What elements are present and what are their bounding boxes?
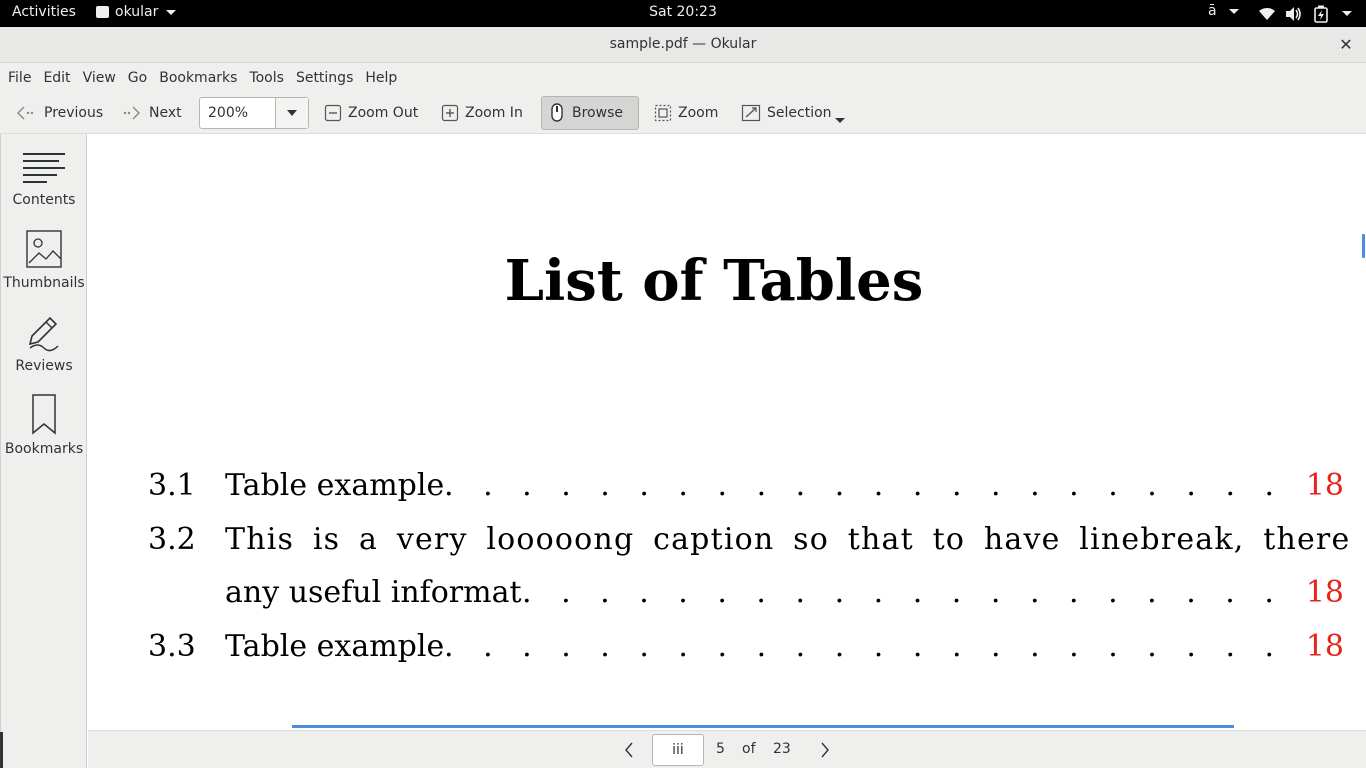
contents-icon xyxy=(1,140,87,190)
bookmarks-icon xyxy=(1,389,87,439)
input-method-indicator[interactable]: ā xyxy=(1208,3,1239,19)
current-page-number[interactable]: 5 xyxy=(716,741,725,757)
table-caption-link[interactable]: Table example xyxy=(225,629,444,664)
page-title: List of Tables xyxy=(504,248,924,314)
zoom-combobox[interactable]: 200% xyxy=(199,97,309,129)
menu-tools[interactable]: Tools xyxy=(249,70,290,86)
table-number: 3.3 xyxy=(148,629,196,664)
sidebar-item-thumbnails[interactable]: Thumbnails xyxy=(1,223,87,303)
browse-label: Browse xyxy=(572,105,623,121)
zoom-in-label: Zoom In xyxy=(465,105,523,121)
main-toolbar: Previous Next 200% Zoom Out Zoom In Brow… xyxy=(0,92,1366,134)
app-icon xyxy=(96,6,109,18)
sidebar: Contents Thumbnails Reviews Bookmarks xyxy=(0,134,87,768)
table-number: 3.2 xyxy=(148,522,196,557)
table-number: 3.1 xyxy=(148,468,196,503)
page-number-link[interactable]: 18 xyxy=(1306,575,1344,610)
next-icon xyxy=(119,104,143,122)
menu-edit[interactable]: Edit xyxy=(43,70,76,86)
leader-dots: . . . . . . . . . . . . . . . . . . . . … xyxy=(522,575,1274,610)
zoom-out-label: Zoom Out xyxy=(348,105,419,121)
leader-dots: . . . . . . . . . . . . . . . . . . . . … xyxy=(444,468,1274,503)
page-label-input[interactable]: iii xyxy=(652,734,704,766)
chevron-down-icon xyxy=(287,110,297,116)
menu-help[interactable]: Help xyxy=(365,70,403,86)
app-menu-label: okular xyxy=(115,4,159,20)
zoom-in-icon xyxy=(441,104,459,122)
sidebar-item-label: Reviews xyxy=(15,358,73,374)
leader-dots: . . . . . . . . . . . . . . . . . . . . … xyxy=(444,629,1274,664)
zoom-in-button[interactable]: Zoom In xyxy=(435,96,529,130)
total-pages: 23 xyxy=(773,741,791,757)
zoom-out-button[interactable]: Zoom Out xyxy=(318,96,424,130)
zoom-select-icon xyxy=(654,104,672,122)
page-number-link[interactable]: 18 xyxy=(1306,468,1344,503)
menu-settings[interactable]: Settings xyxy=(296,70,359,86)
page-navigation-bar: iii 5 of 23 xyxy=(88,730,1366,768)
mouse-icon xyxy=(548,103,566,123)
window-titlebar: sample.pdf — Okular ✕ xyxy=(0,27,1366,63)
zoom-tool-button[interactable]: Zoom xyxy=(648,96,724,130)
reviews-icon xyxy=(1,306,87,356)
browse-tool-button[interactable]: Browse xyxy=(541,96,639,130)
menu-bar: File Edit View Go Bookmarks Tools Settin… xyxy=(0,63,1366,92)
zoom-tool-label: Zoom xyxy=(678,105,719,121)
next-button[interactable]: Next xyxy=(113,96,188,130)
menu-go[interactable]: Go xyxy=(128,70,153,86)
scrollbar-thumb[interactable] xyxy=(1362,234,1365,258)
selection-icon xyxy=(741,104,761,122)
page-of-label: of xyxy=(742,741,756,757)
zoom-out-icon xyxy=(324,104,342,122)
toolbar-more-icon[interactable] xyxy=(834,116,846,124)
chevron-right-icon xyxy=(821,742,829,758)
menu-file[interactable]: File xyxy=(8,70,37,86)
table-caption-link[interactable]: This is a very looooong caption so that … xyxy=(225,522,1366,557)
previous-button[interactable]: Previous xyxy=(8,96,109,130)
wifi-icon xyxy=(1259,7,1275,20)
sidebar-item-reviews[interactable]: Reviews xyxy=(1,306,87,386)
selection-label: Selection xyxy=(767,105,832,121)
previous-icon xyxy=(14,104,38,122)
sidebar-item-label: Bookmarks xyxy=(4,441,84,457)
volume-icon xyxy=(1286,7,1301,21)
table-caption-link-continued[interactable]: any useful informat xyxy=(225,575,522,610)
menu-view[interactable]: View xyxy=(83,70,122,86)
previous-label: Previous xyxy=(44,105,104,121)
zoom-value[interactable]: 200% xyxy=(208,105,248,121)
chevron-down-icon xyxy=(166,9,177,15)
input-method-label: ā xyxy=(1208,3,1217,19)
page-edge-highlight xyxy=(292,725,1234,728)
battery-icon xyxy=(1314,5,1328,23)
menu-bookmarks[interactable]: Bookmarks xyxy=(159,70,243,86)
next-page-button[interactable] xyxy=(813,739,837,761)
close-icon[interactable]: ✕ xyxy=(1336,35,1356,55)
clock[interactable]: Sat 20:23 xyxy=(649,4,717,20)
sidebar-item-label: Thumbnails xyxy=(3,275,85,291)
document-view[interactable]: List of Tables 3.1 Table example . . . .… xyxy=(88,134,1366,730)
sidebar-item-contents[interactable]: Contents xyxy=(1,140,87,220)
previous-page-button[interactable] xyxy=(617,739,641,761)
table-caption-link[interactable]: Table example xyxy=(225,468,444,503)
gnome-top-bar: Activities okular Sat 20:23 ā xyxy=(0,0,1366,27)
sidebar-item-bookmarks[interactable]: Bookmarks xyxy=(1,389,87,469)
next-label: Next xyxy=(149,105,182,121)
selection-tool-button[interactable]: Selection xyxy=(735,96,838,130)
sidebar-item-label: Contents xyxy=(12,192,76,208)
window-title: sample.pdf — Okular xyxy=(609,36,757,52)
chevron-down-icon xyxy=(1228,8,1239,14)
sidebar-edge-marker xyxy=(0,732,3,768)
zoom-dropdown-button[interactable] xyxy=(275,98,308,128)
app-menu[interactable]: okular xyxy=(96,4,177,20)
page-number-link[interactable]: 18 xyxy=(1306,629,1344,664)
activities-button[interactable]: Activities xyxy=(12,4,76,20)
chevron-left-icon xyxy=(625,742,633,758)
thumbnails-icon xyxy=(1,223,87,273)
chevron-down-icon xyxy=(1342,11,1352,16)
